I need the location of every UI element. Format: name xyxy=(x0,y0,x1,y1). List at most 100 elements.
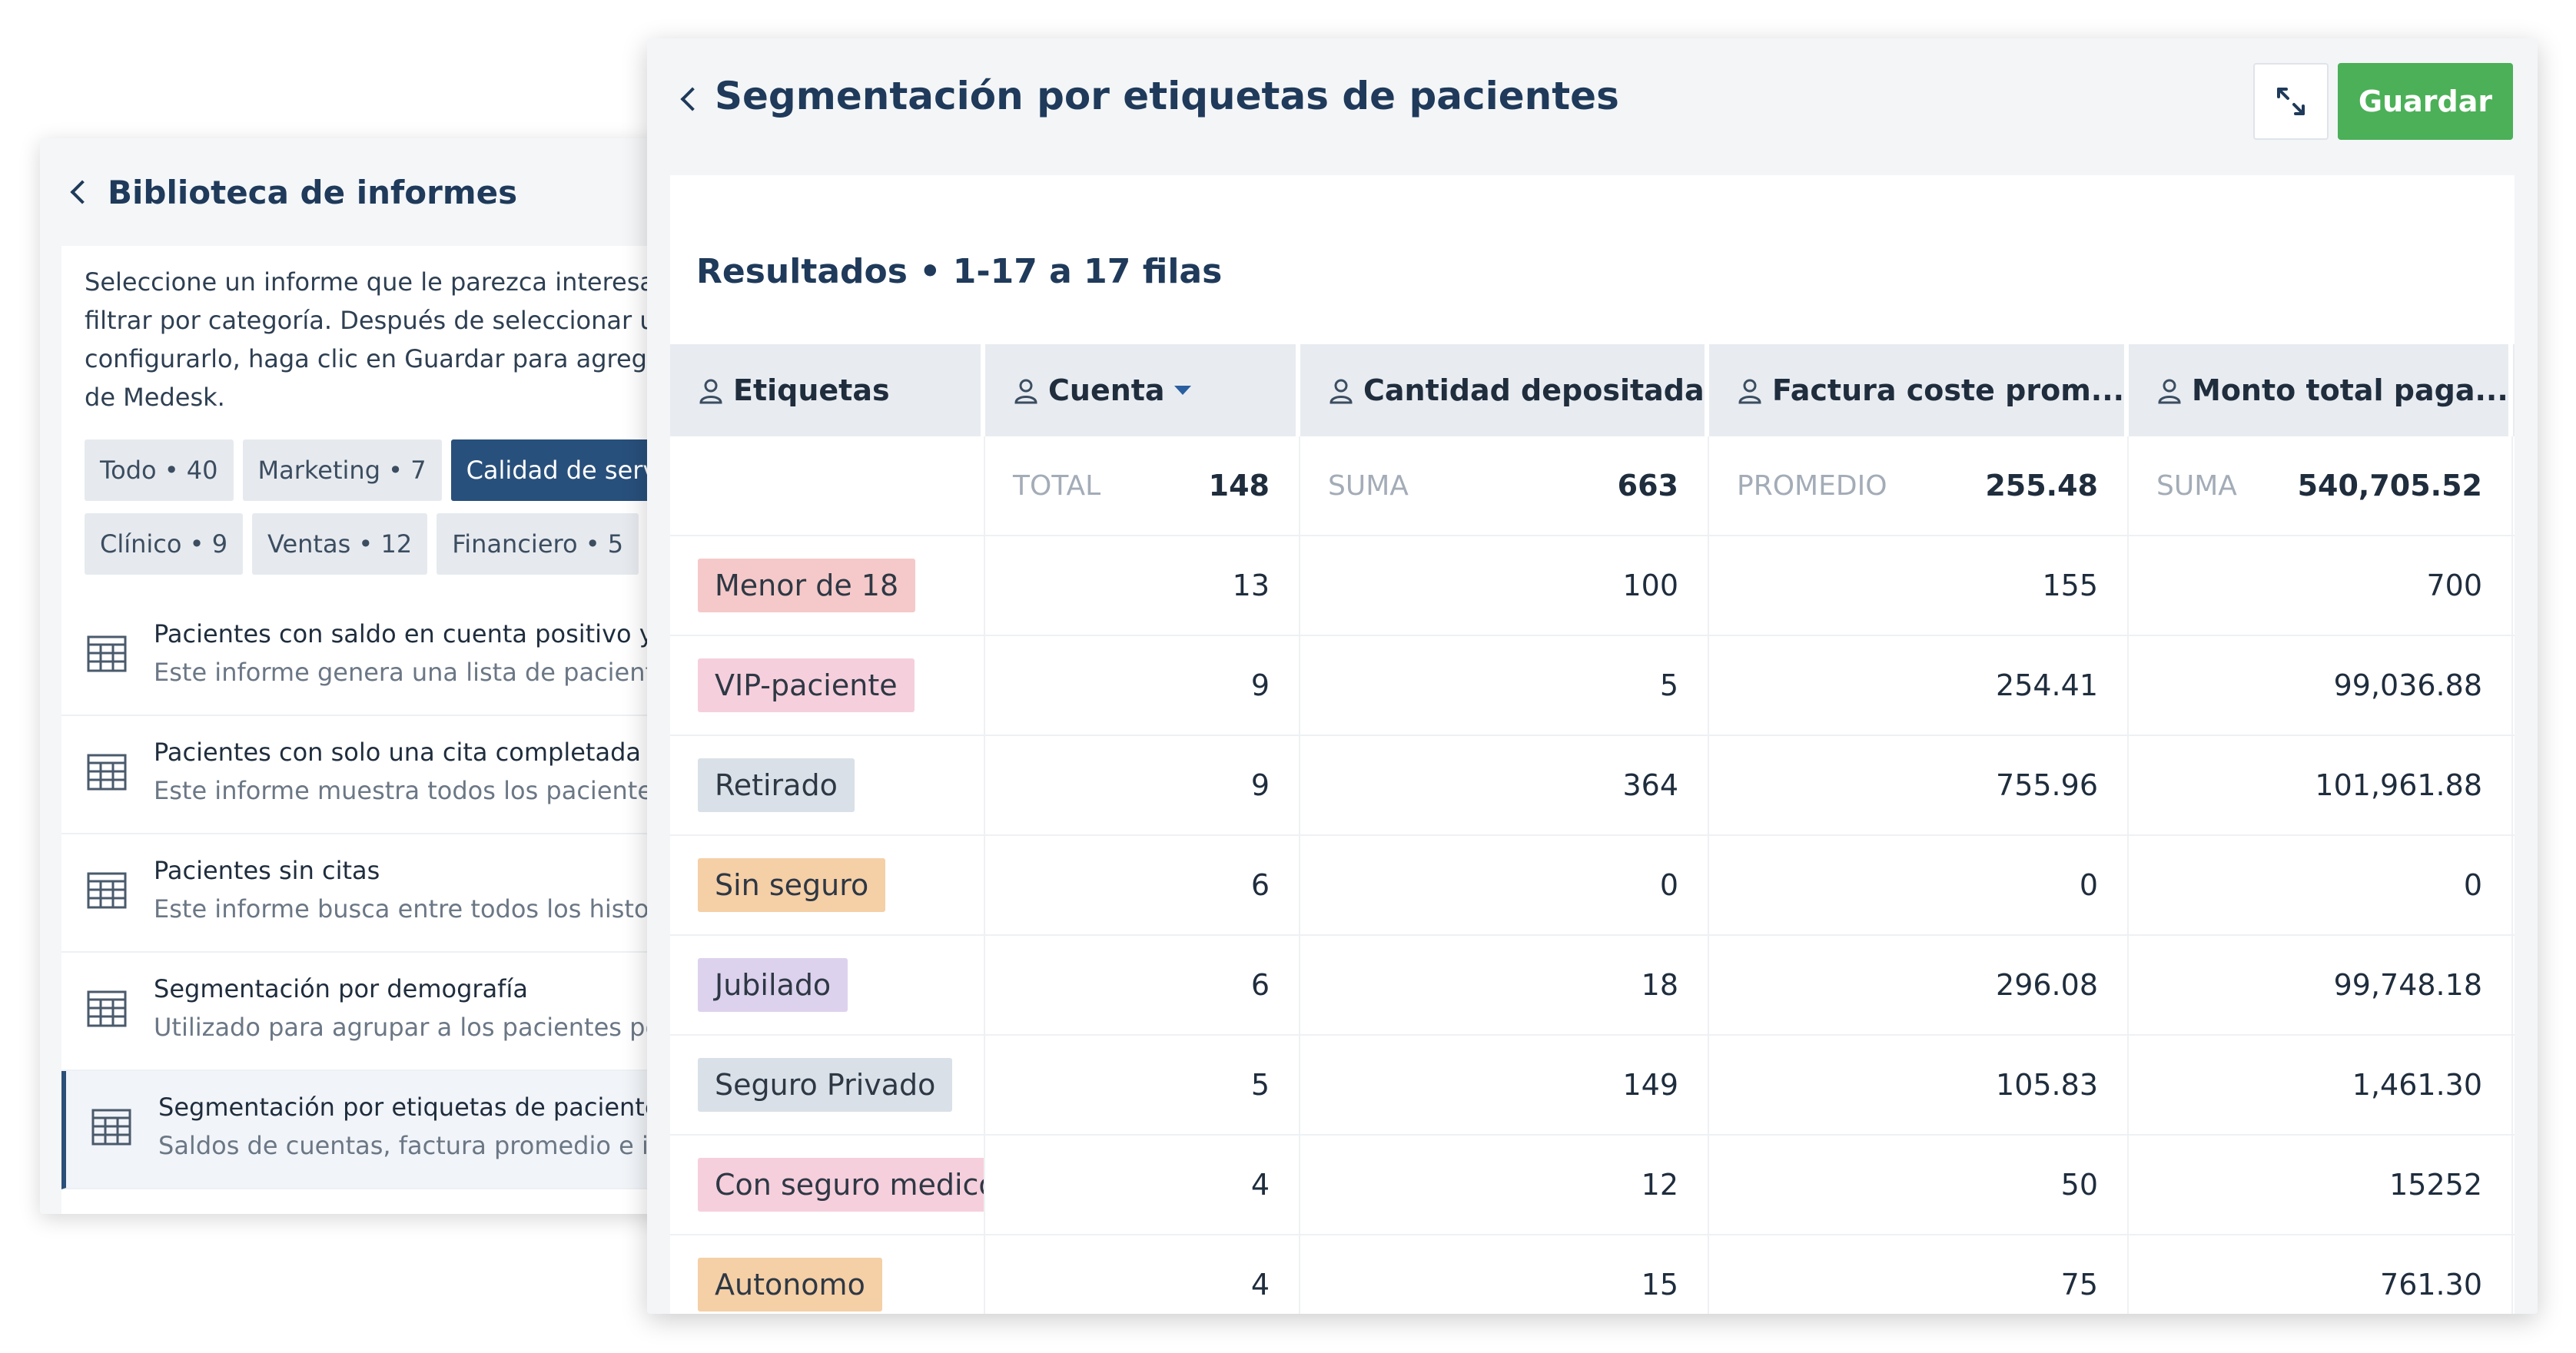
tag-cell: Menor de 18 xyxy=(670,536,985,635)
table-row[interactable]: Con seguro medico 4 12 50 15252 xyxy=(670,1136,2515,1235)
total-paid-cell: 15252 xyxy=(2129,1136,2513,1234)
back-chevron-icon[interactable] xyxy=(680,87,705,111)
aggregate-label: SUMA xyxy=(2156,469,2237,502)
totals-empty-cell xyxy=(670,436,985,535)
patient-tag: Autonomo xyxy=(698,1258,882,1312)
table-row[interactable]: Retirado 9 364 755.96 101,961.88 xyxy=(670,736,2515,836)
user-icon xyxy=(1738,377,1761,404)
total-paid-cell: 761.30 xyxy=(2129,1235,2513,1314)
column-header[interactable]: Cuenta xyxy=(985,344,1300,436)
table-row[interactable]: Menor de 18 13 100 155 700 xyxy=(670,536,2515,636)
expand-icon xyxy=(2277,88,2305,115)
count-cell: 9 xyxy=(985,736,1300,834)
column-header-label: Etiquetas xyxy=(733,373,890,407)
description-line: filtrar por categoría. Después de selecc… xyxy=(85,306,670,335)
report-list-item[interactable]: Pacientes con saldo en cuenta positivo y… xyxy=(61,598,670,716)
description-line: de Medesk. xyxy=(85,383,225,412)
table-header: Etiquetas Cuenta Cantidad depositada Factur… xyxy=(670,344,2515,436)
totals-cell: PROMEDIO 255.48 xyxy=(1709,436,2129,535)
column-header-label: Cuenta xyxy=(1048,373,1165,407)
total-paid-cell: 101,961.88 xyxy=(2129,736,2513,834)
tag-cell: Sin seguro xyxy=(670,836,985,934)
table-icon xyxy=(91,1106,132,1148)
avg-invoice-cell: 50 xyxy=(1709,1136,2129,1234)
report-list: Pacientes con saldo en cuenta positivo y… xyxy=(61,598,670,1189)
count-cell: 6 xyxy=(985,936,1300,1034)
report-title: Segmentación por etiquetas de pacientes xyxy=(715,74,1619,118)
report-item-subtitle: Utilizado para agrupar a los pacientes p… xyxy=(154,1013,670,1042)
table-row[interactable]: Seguro Privado 5 149 105.83 1,461.30 xyxy=(670,1036,2515,1136)
total-paid-cell: 0 xyxy=(2129,836,2513,934)
report-item-title: Segmentación por etiquetas de pacientes xyxy=(158,1093,670,1122)
deposited-cell: 18 xyxy=(1300,936,1709,1034)
report-item-subtitle: Este informe genera una lista de pacient… xyxy=(154,658,670,687)
report-list-item[interactable]: Segmentación por demografía Utilizado par… xyxy=(61,953,670,1071)
total-paid-cell: 700 xyxy=(2129,536,2513,635)
results-table: Etiquetas Cuenta Cantidad depositada Factur… xyxy=(670,344,2515,1314)
save-button[interactable]: Guardar xyxy=(2338,63,2513,140)
column-header[interactable]: Factura coste prom... xyxy=(1709,344,2129,436)
count-cell: 5 xyxy=(985,1036,1300,1134)
library-title: Biblioteca de informes xyxy=(108,173,518,211)
column-header[interactable]: Monto total paga... xyxy=(2129,344,2513,436)
category-filter-row: Todo • 40Marketing • 7Calidad de servici… xyxy=(85,439,670,501)
column-header[interactable]: Cantidad depositada xyxy=(1300,344,1709,436)
totals-cell: TOTAL 148 xyxy=(985,436,1300,535)
report-item-title: Pacientes con solo una cita completada xyxy=(154,738,641,767)
column-header[interactable]: Etiquetas xyxy=(670,344,985,436)
category-chip[interactable]: Clínico • 9 xyxy=(85,513,244,575)
table-row[interactable]: Autonomo 4 15 75 761.30 xyxy=(670,1235,2515,1314)
totals-cell: SUMA 540,705.52 xyxy=(2129,436,2513,535)
report-item-title: Pacientes con saldo en cuenta positivo y… xyxy=(154,619,670,648)
count-cell: 13 xyxy=(985,536,1300,635)
user-icon xyxy=(2158,377,2181,404)
column-header-label: Monto total paga... xyxy=(2192,373,2508,407)
report-library-panel: Biblioteca de informes Seleccione un inf… xyxy=(40,138,670,1214)
table-icon xyxy=(86,633,128,675)
aggregate-value: 540,705.52 xyxy=(2297,469,2482,502)
column-header-label: Factura coste prom... xyxy=(1772,373,2125,407)
report-list-item[interactable]: Pacientes con solo una cita completada Es… xyxy=(61,716,670,834)
report-item-title: Pacientes sin citas xyxy=(154,856,380,885)
avg-invoice-cell: 755.96 xyxy=(1709,736,2129,834)
category-chip[interactable]: Marketing • 7 xyxy=(242,439,442,501)
report-list-item[interactable]: Pacientes sin citas Este informe busca en… xyxy=(61,834,670,953)
totals-cell: SUMA 663 xyxy=(1300,436,1709,535)
category-chip[interactable]: Todo • 40 xyxy=(85,439,234,501)
report-item-subtitle: Este informe busca entre todos los histo… xyxy=(154,894,670,924)
tag-cell: Retirado xyxy=(670,736,985,834)
category-chip[interactable]: Financiero • 5 xyxy=(437,513,639,575)
tag-cell: Con seguro medico xyxy=(670,1136,985,1234)
report-list-item[interactable]: Segmentación por etiquetas de pacientes S… xyxy=(61,1071,670,1189)
avg-invoice-cell: 105.83 xyxy=(1709,1036,2129,1134)
column-header-label: Cantidad depositada xyxy=(1363,373,1705,407)
deposited-cell: 149 xyxy=(1300,1036,1709,1134)
avg-invoice-cell: 75 xyxy=(1709,1235,2129,1314)
count-cell: 9 xyxy=(985,636,1300,735)
tag-cell: VIP-paciente xyxy=(670,636,985,735)
total-paid-cell: 99,036.88 xyxy=(2129,636,2513,735)
count-cell: 4 xyxy=(985,1235,1300,1314)
user-icon xyxy=(1329,377,1353,404)
total-paid-cell: 1,461.30 xyxy=(2129,1036,2513,1134)
aggregate-label: SUMA xyxy=(1328,469,1409,502)
library-body: Seleccione un informe que le parezca int… xyxy=(61,246,670,1214)
sort-desc-icon[interactable] xyxy=(1173,386,1191,395)
category-chip[interactable]: Ventas • 12 xyxy=(252,513,428,575)
patient-tag: Seguro Privado xyxy=(698,1058,953,1112)
table-row[interactable]: Sin seguro 6 0 0 0 xyxy=(670,836,2515,936)
user-icon xyxy=(699,377,722,404)
patient-tag: Menor de 18 xyxy=(698,559,916,612)
table-row[interactable]: Jubilado 6 18 296.08 99,748.18 xyxy=(670,936,2515,1036)
description-line: configurarlo, haga clic en Guardar para … xyxy=(85,344,670,373)
back-chevron-icon[interactable] xyxy=(70,180,95,204)
table-body: Menor de 18 13 100 155 700 VIP-paciente 9 5 254.… xyxy=(670,536,2515,1314)
expand-button[interactable] xyxy=(2253,63,2329,140)
table-row[interactable]: VIP-paciente 9 5 254.41 99,036.88 xyxy=(670,636,2515,736)
category-chip[interactable]: Calidad de servicio xyxy=(450,439,670,501)
avg-invoice-cell: 0 xyxy=(1709,836,2129,934)
table-icon xyxy=(86,751,128,793)
library-description: Seleccione un informe que le parezca int… xyxy=(85,263,670,416)
report-header: Segmentación por etiquetas de pacientes … xyxy=(647,38,2538,175)
deposited-cell: 5 xyxy=(1300,636,1709,735)
